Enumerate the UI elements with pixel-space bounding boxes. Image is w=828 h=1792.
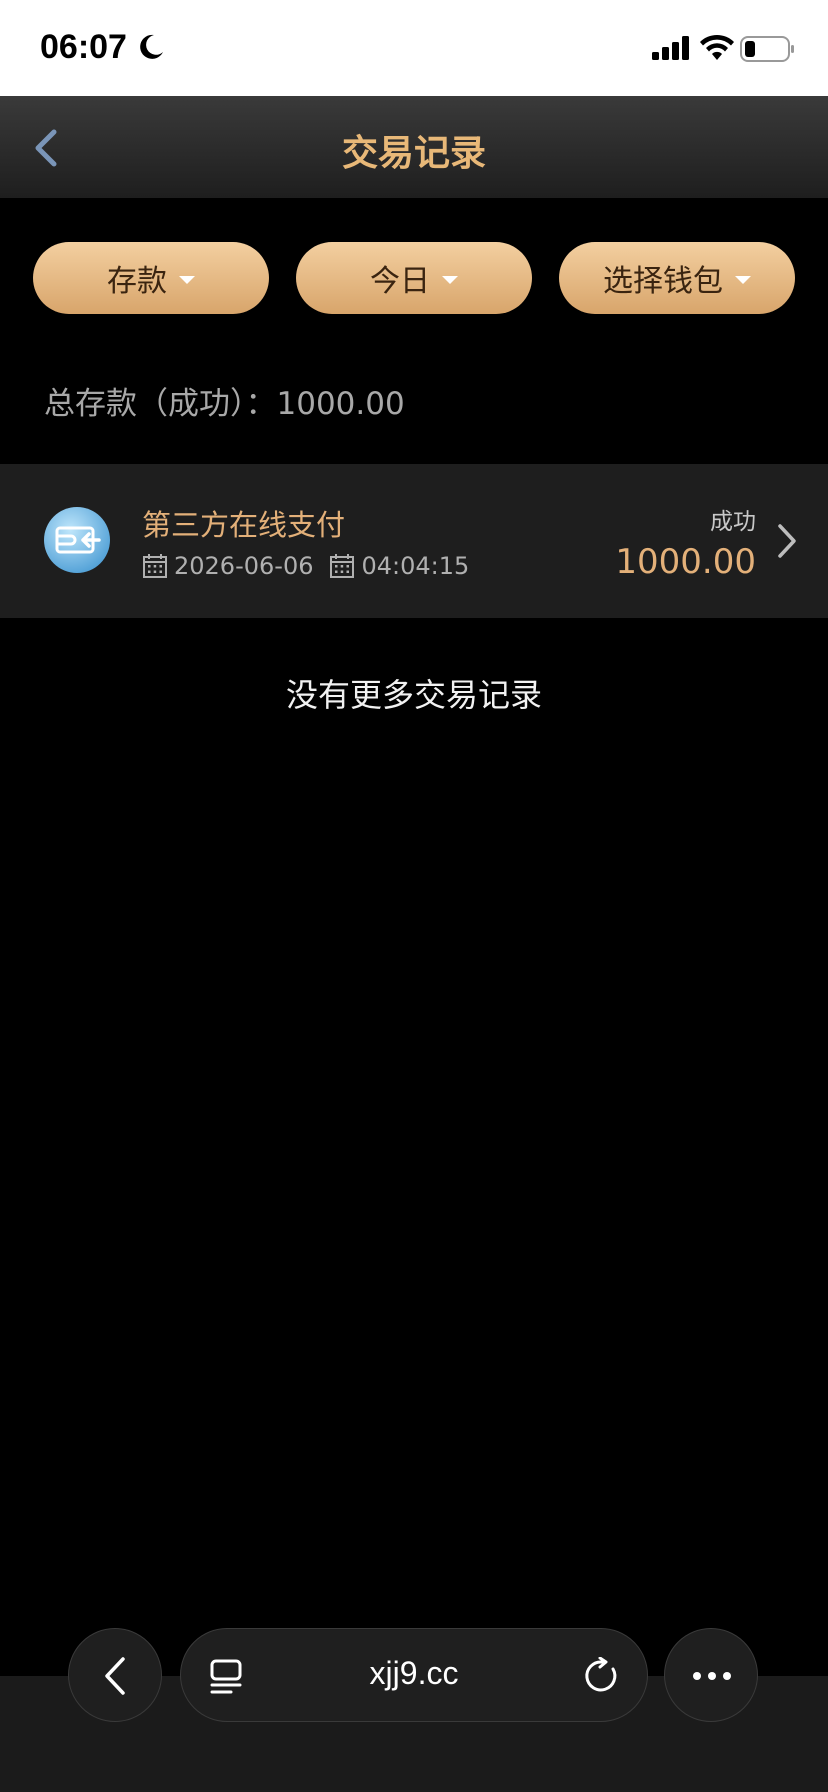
no-more-records-text: 没有更多交易记录 (285, 676, 542, 714)
filter-type-dropdown[interactable]: 存款 (33, 242, 269, 314)
calendar-icon (330, 554, 355, 578)
battery-icon (740, 36, 794, 62)
status-time: 06:07 (40, 28, 127, 66)
transaction-datetime: 2026-06-06 04:04:15 (142, 552, 469, 580)
transaction-amount: 1000.00 (615, 542, 756, 582)
wifi-icon (700, 34, 734, 60)
total-label: 总存款（成功）： (44, 386, 277, 422)
browser-more-button[interactable] (664, 1628, 758, 1722)
filter-wallet-label: 选择钱包 (603, 264, 723, 299)
cellular-signal-icon (652, 36, 689, 60)
caret-down-icon (735, 276, 751, 284)
transaction-time: 04:04:15 (361, 552, 470, 580)
filter-date-label: 今日 (370, 264, 430, 299)
transaction-date: 2026-06-06 (174, 552, 314, 580)
transaction-row[interactable]: 第三方在线支付 2026-06-06 04:04:15 成功 1000.00 (0, 464, 828, 618)
filter-wallet-dropdown[interactable]: 选择钱包 (559, 242, 795, 314)
transaction-title: 第三方在线支付 (142, 508, 346, 542)
caret-down-icon (179, 276, 195, 284)
total-amount: 1000.00 (276, 386, 405, 422)
url-text: xjj9.cc (369, 1655, 459, 1691)
browser-address-bar[interactable]: xjj9.cc (180, 1628, 648, 1722)
more-dots-icon (693, 1672, 731, 1680)
calendar-icon (143, 554, 167, 578)
transaction-time-block: 04:04:15 (329, 552, 469, 580)
chevron-right-icon (778, 524, 796, 558)
chevron-left-icon (105, 1657, 125, 1695)
filter-type-label: 存款 (107, 264, 167, 299)
reload-icon[interactable] (583, 1657, 621, 1695)
page-title: 交易记录 (341, 133, 486, 174)
caret-down-icon (442, 276, 458, 284)
nav-bar: 交易记录 (0, 96, 828, 198)
filter-date-dropdown[interactable]: 今日 (296, 242, 532, 314)
moon-icon (140, 34, 163, 59)
transaction-status: 成功 (710, 509, 756, 535)
status-bar: 06:07 (0, 0, 828, 96)
filter-bar: 存款 今日 选择钱包 (33, 242, 795, 314)
online-payment-icon (44, 507, 110, 573)
total-deposit-summary: 总存款（成功）：1000.00 (44, 378, 405, 423)
browser-back-button[interactable] (68, 1628, 162, 1722)
